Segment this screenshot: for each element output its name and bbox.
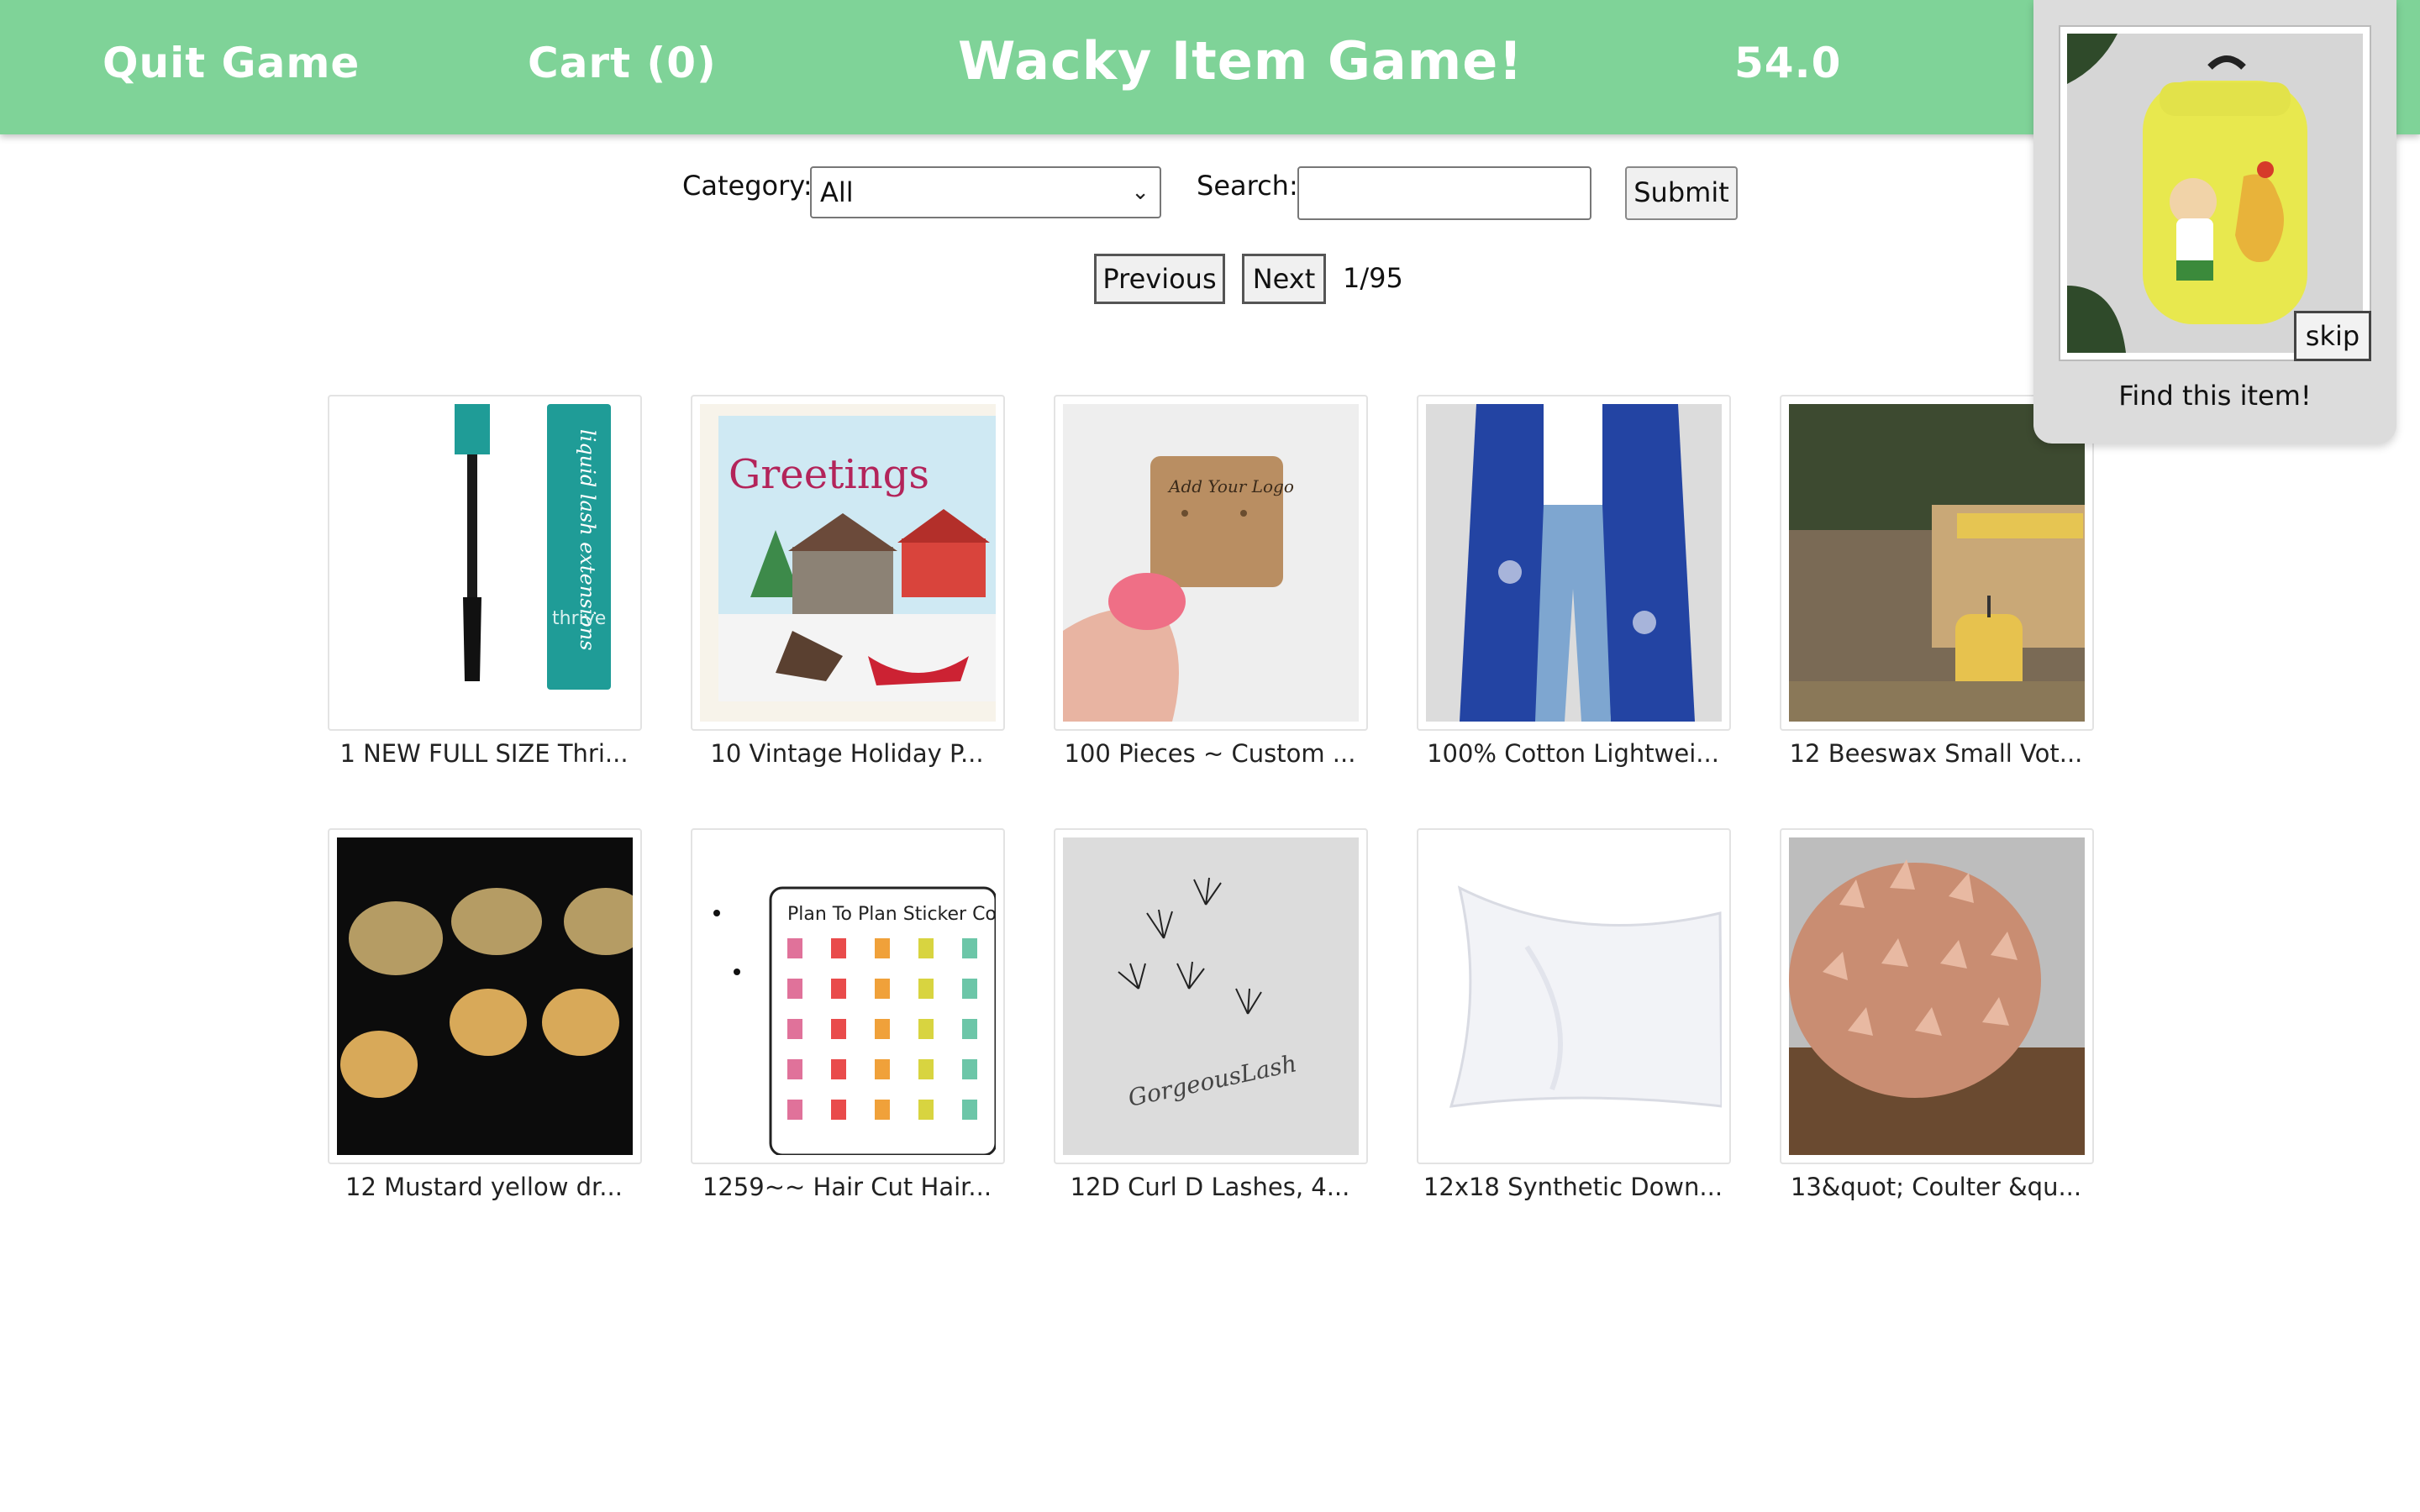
item-caption[interactable]: 12 Mustard yellow dr... <box>299 1173 669 1201</box>
lash-fans-icon: GorgeousLash <box>1063 837 1359 1155</box>
search-label: Search: <box>1197 170 1298 202</box>
item-card[interactable] <box>1417 828 1731 1164</box>
pillow-icon <box>1426 837 1722 1155</box>
item-caption[interactable]: 12D Curl D Lashes, 4... <box>1025 1173 1395 1201</box>
search-input[interactable] <box>1297 166 1591 220</box>
stamp-text: Greetings <box>729 451 929 498</box>
item-caption[interactable]: 10 Vintage Holiday P... <box>662 739 1032 768</box>
page-indicator: 1/95 <box>1343 262 1403 294</box>
card-text: Add Your Logo <box>1167 476 1294 496</box>
submit-button[interactable]: Submit <box>1625 166 1738 220</box>
yellow-backpack-icon <box>2067 34 2363 353</box>
item-caption[interactable]: 12 Beeswax Small Vot... <box>1751 739 2121 768</box>
item-card[interactable] <box>1417 395 1731 731</box>
item-caption[interactable]: 100% Cotton Lightwei... <box>1388 739 1758 768</box>
score-display: 54.0 <box>1734 39 1842 87</box>
item-card[interactable]: Plan To Plan Sticker Co. <box>691 828 1005 1164</box>
category-select[interactable]: All ⌄ <box>810 166 1161 218</box>
category-label: Category: <box>682 170 813 202</box>
item-card[interactable]: GorgeousLash <box>1054 828 1368 1164</box>
pinecone-icon <box>1789 837 2085 1155</box>
item-caption[interactable]: 12x18 Synthetic Down... <box>1388 1173 1758 1201</box>
category-select-value: All <box>820 176 854 208</box>
target-panel: skip Find this item! <box>2033 0 2396 444</box>
item-caption[interactable]: 13&quot; Coulter &qu... <box>1751 1173 2121 1201</box>
cart-button[interactable]: Cart (0) <box>528 39 717 87</box>
item-card[interactable]: Greetings <box>691 395 1005 731</box>
skip-button[interactable]: skip <box>2294 311 2371 361</box>
holiday-stamp-icon: Greetings <box>700 404 996 722</box>
chevron-down-icon: ⌄ <box>1131 180 1150 205</box>
earring-card-icon: Add Your Logo <box>1063 404 1359 722</box>
item-card[interactable] <box>1780 395 2094 731</box>
item-card[interactable] <box>1780 828 2094 1164</box>
item-card[interactable] <box>328 828 642 1164</box>
previous-button[interactable]: Previous <box>1094 254 1225 304</box>
mascara-icon: liquid lash extensions thrive <box>337 404 633 722</box>
sheet-text: Plan To Plan Sticker Co. <box>787 904 996 925</box>
item-caption[interactable]: 100 Pieces ~ Custom ... <box>1025 739 1395 768</box>
find-item-prompt: Find this item! <box>2118 380 2312 412</box>
item-caption[interactable]: 1259~~ Hair Cut Hair... <box>662 1173 1032 1201</box>
candle-icon <box>1789 404 2085 722</box>
sticker-sheet-icon: Plan To Plan Sticker Co. <box>700 837 996 1155</box>
item-card[interactable]: liquid lash extensions thrive <box>328 395 642 731</box>
page-title: Wacky Item Game! <box>958 30 1523 92</box>
item-card[interactable]: Add Your Logo <box>1054 395 1368 731</box>
wax-discs-icon <box>337 837 633 1155</box>
next-button[interactable]: Next <box>1242 254 1326 304</box>
quit-game-button[interactable]: Quit Game <box>103 39 360 87</box>
kimono-icon <box>1426 404 1722 722</box>
product-brand-text: thrive <box>552 608 606 629</box>
item-caption[interactable]: 1 NEW FULL SIZE Thri... <box>299 739 669 768</box>
